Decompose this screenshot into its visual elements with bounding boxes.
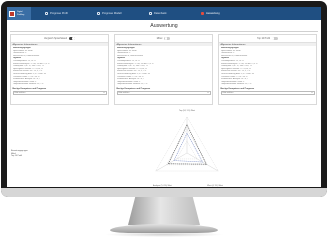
nav-item-datenbank[interactable]: Datenbank: [149, 12, 201, 15]
info-block: Bewertungsgruppe Sprachstand: 45 Jahre K…: [219, 46, 316, 87]
monitor-shadow: [104, 232, 224, 237]
legend-item: Top 10 Profil: [11, 155, 23, 158]
nav-icon: [97, 12, 100, 15]
radar-axis-line: [155, 152, 188, 172]
radar-axis-label: Analyse (5, 6%) Wert: [153, 184, 172, 187]
column-header: Vergleich Sprachstand: [11, 35, 108, 42]
switch-label: Mittel: [156, 37, 163, 40]
monitor-bezel: Digital Profiling Prognose Profil Progno…: [1, 1, 327, 197]
info-block: Bewertungsgruppe Sprachstand: 45 Jahre K…: [11, 46, 108, 87]
nav-item-label: Datenbank: [154, 12, 167, 15]
compare-toggle[interactable]: [271, 37, 278, 40]
logo-text: Digital Profiling: [17, 11, 25, 16]
compare-toggle[interactable]: [164, 37, 171, 40]
radar-axis-label: Wert (4, 5%) Wert: [207, 184, 223, 187]
nav-item-auswertung[interactable]: Auswertung: [201, 12, 253, 15]
compare-toggle[interactable]: [68, 37, 75, 40]
profile-select[interactable]: Bitte wählen ▾: [12, 90, 107, 95]
nav-icon: [45, 12, 48, 15]
profile-select[interactable]: Bitte wählen ▾: [220, 90, 315, 95]
desktop-stage: Digital Profiling Prognose Profil Progno…: [0, 0, 328, 251]
stats-line: Kompetenzmodul Satzbau: 35, 7%: [12, 83, 44, 86]
app-logo[interactable]: Digital Profiling: [7, 7, 31, 20]
nav-item-label: Prognose Modell: [102, 12, 122, 15]
profile-select[interactable]: Bitte wählen ▾: [116, 90, 211, 95]
chevron-down-icon: ▾: [311, 91, 313, 94]
nav-item-label: Prognose Profil: [50, 12, 68, 15]
chart-legend: Bewertungsgruppe Mittel Top 10 Profil: [11, 150, 28, 158]
comparison-column-3: Top 10 Profil Allgemeine Informationen B…: [218, 34, 317, 105]
column-header: Top 10 Profil: [219, 35, 316, 42]
chevron-down-icon: ▾: [103, 91, 105, 94]
select-value: Bitte wählen: [14, 91, 26, 94]
column-header: Mittel: [115, 35, 212, 42]
nav-icon: [201, 12, 204, 15]
logo-icon: [9, 10, 15, 17]
main-nav: Prognose Profil Prognose Modell Datenban…: [45, 12, 253, 15]
comparison-column-1: Vergleich Sprachstand Allgemeine Informa…: [10, 34, 109, 105]
footer-label: Bezüge Kompetenz und Prognose: [12, 87, 47, 90]
select-value: Bitte wählen: [118, 91, 130, 94]
radar-series: [167, 124, 207, 165]
app-header: Digital Profiling Prognose Profil Progno…: [7, 7, 321, 20]
title-divider: [10, 31, 318, 32]
switch-label: Vergleich Sprachstand: [44, 37, 67, 40]
monitor-chin: [1, 188, 327, 197]
radar-series-line: [167, 124, 207, 165]
switch-label: Top 10 Profil: [257, 37, 270, 40]
footer-label: Bezüge Kompetenz und Prognose: [220, 87, 255, 90]
select-value: Bitte wählen: [222, 91, 234, 94]
monitor-screen: Digital Profiling Prognose Profil Progno…: [7, 7, 321, 187]
info-block: Bewertungsgruppe Sprachstand: 45 Jahre K…: [115, 46, 212, 87]
chevron-down-icon: ▾: [207, 91, 209, 94]
nav-icon: [149, 12, 152, 15]
nav-item-prognose-modell[interactable]: Prognose Modell: [97, 12, 149, 15]
stats-line: Kompetenzmodul Satzbau: 35, 7%: [220, 83, 252, 86]
page-title: Auswertung: [150, 23, 178, 29]
footer-label: Bezüge Kompetenz und Prognose: [116, 87, 151, 90]
nav-item-label: Auswertung: [206, 12, 220, 15]
radar-series-line: [173, 132, 204, 163]
comparison-column-2: Mittel Allgemeine Informationen Bewertun…: [114, 34, 213, 105]
stats-line: Kompetenzmodul Satzbau: 35, 7%: [116, 83, 148, 86]
monitor-stand-neck: [128, 197, 200, 225]
nav-item-prognose-profil[interactable]: Prognose Profil: [45, 12, 97, 15]
radar-chart: Top (24, 5%) Wert Analyse (5, 6%) Wert W…: [153, 109, 223, 187]
radar-axis-label: Top (24, 5%) Wert: [179, 109, 196, 112]
